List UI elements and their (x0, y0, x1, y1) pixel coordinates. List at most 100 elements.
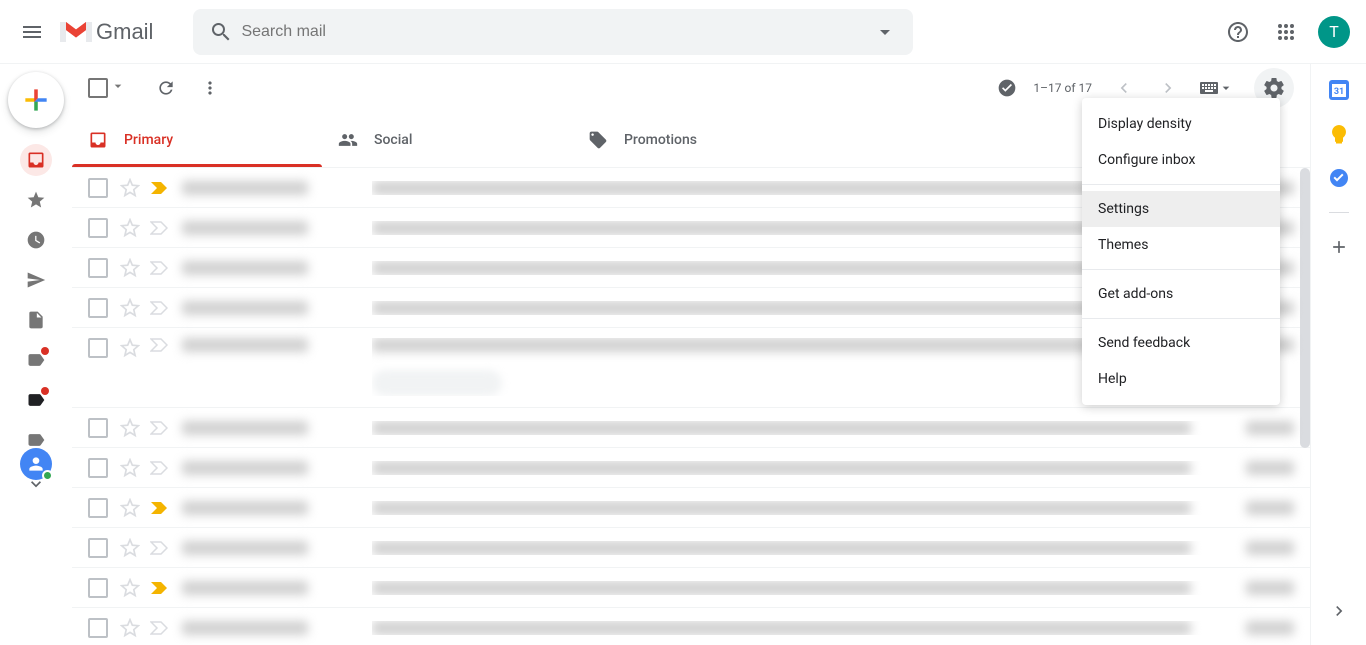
header-right: T (1218, 12, 1358, 52)
menu-item-get-add-ons[interactable]: Get add-ons (1082, 276, 1280, 312)
account-avatar[interactable]: T (1318, 16, 1350, 48)
email-row[interactable] (72, 408, 1310, 448)
tab-social[interactable]: Social (322, 112, 572, 167)
date (1234, 541, 1294, 555)
row-checkbox[interactable] (88, 578, 108, 598)
search-input[interactable] (241, 23, 865, 41)
star-icon[interactable] (120, 618, 140, 638)
tasks-icon (1329, 168, 1349, 188)
tab-label: Social (374, 132, 412, 148)
attachment-chip[interactable] (372, 370, 502, 396)
importance-marker[interactable] (150, 541, 168, 555)
row-checkbox[interactable] (88, 218, 108, 238)
star-icon[interactable] (120, 218, 140, 238)
menu-item-send-feedback[interactable]: Send feedback (1082, 325, 1280, 361)
menu-divider (1082, 318, 1280, 319)
side-panel-toggle[interactable] (1329, 601, 1349, 625)
tab-primary[interactable]: Primary (72, 112, 322, 167)
importance-marker[interactable] (150, 501, 168, 515)
menu-item-themes[interactable]: Themes (1082, 227, 1280, 263)
get-addons-button[interactable] (1329, 237, 1349, 261)
importance-marker[interactable] (150, 421, 168, 435)
menu-item-help[interactable]: Help (1082, 361, 1280, 397)
row-checkbox[interactable] (88, 338, 108, 358)
star-icon[interactable] (120, 258, 140, 278)
menu-divider (1082, 184, 1280, 185)
search-icon[interactable] (201, 12, 241, 52)
importance-marker[interactable] (150, 181, 168, 195)
importance-marker[interactable] (150, 621, 168, 635)
keep-app[interactable] (1329, 124, 1349, 144)
draft-icon (26, 310, 46, 330)
star-icon[interactable] (120, 458, 140, 478)
send-icon (26, 270, 46, 290)
menu-item-settings[interactable]: Settings (1082, 191, 1280, 227)
star-icon[interactable] (120, 578, 140, 598)
category-nav-1[interactable] (20, 344, 52, 376)
apps-grid-icon (1274, 20, 1298, 44)
row-checkbox[interactable] (88, 498, 108, 518)
snoozed-nav[interactable] (20, 224, 52, 256)
menu-item-display-density[interactable]: Display density (1082, 106, 1280, 142)
drafts-nav[interactable] (20, 304, 52, 336)
star-icon[interactable] (120, 178, 140, 198)
hangouts-avatar[interactable] (20, 448, 52, 480)
input-tools-button[interactable] (1200, 80, 1234, 96)
star-icon[interactable] (120, 498, 140, 518)
select-dropdown[interactable] (110, 78, 126, 98)
importance-marker[interactable] (150, 581, 168, 595)
row-checkbox[interactable] (88, 178, 108, 198)
gmail-logo[interactable]: Gmail (60, 19, 153, 45)
search-options-button[interactable] (865, 12, 905, 52)
page-info: 1–17 of 17 (1033, 81, 1092, 95)
tab-promotions[interactable]: Promotions (572, 112, 822, 167)
menu-item-configure-inbox[interactable]: Configure inbox (1082, 142, 1280, 178)
search-bar (193, 9, 913, 55)
settings-dropdown: Display densityConfigure inbox SettingsTh… (1082, 98, 1280, 405)
inbox-icon (88, 130, 108, 150)
star-icon[interactable] (120, 338, 140, 358)
gear-icon (1262, 76, 1286, 100)
compose-button[interactable] (8, 72, 64, 128)
subject-preview (372, 581, 1234, 595)
email-row[interactable] (72, 568, 1310, 608)
email-row[interactable] (72, 608, 1310, 645)
sender (182, 541, 362, 555)
row-checkbox[interactable] (88, 618, 108, 638)
sender (182, 261, 362, 275)
more-button[interactable] (190, 68, 230, 108)
starred-nav[interactable] (20, 184, 52, 216)
importance-marker[interactable] (150, 221, 168, 235)
email-row[interactable] (72, 528, 1310, 568)
sent-nav[interactable] (20, 264, 52, 296)
importance-marker[interactable] (150, 261, 168, 275)
importance-marker[interactable] (150, 461, 168, 475)
calendar-app[interactable]: 31 (1329, 80, 1349, 100)
scroll-thumb[interactable] (1300, 168, 1310, 448)
importance-marker[interactable] (150, 338, 168, 352)
svg-text:31: 31 (1333, 87, 1343, 97)
offline-ready-icon (997, 78, 1017, 98)
row-checkbox[interactable] (88, 298, 108, 318)
select-all-checkbox[interactable] (88, 78, 108, 98)
chevron-right-icon (1329, 601, 1349, 621)
tasks-app[interactable] (1329, 168, 1349, 188)
row-checkbox[interactable] (88, 258, 108, 278)
support-button[interactable] (1218, 12, 1258, 52)
row-checkbox[interactable] (88, 458, 108, 478)
category-nav-2[interactable] (20, 384, 52, 416)
main-menu-button[interactable] (8, 8, 56, 56)
row-checkbox[interactable] (88, 418, 108, 438)
refresh-button[interactable] (146, 68, 186, 108)
star-icon[interactable] (120, 418, 140, 438)
row-checkbox[interactable] (88, 538, 108, 558)
star-icon[interactable] (120, 538, 140, 558)
inbox-nav[interactable] (20, 144, 52, 176)
email-row[interactable] (72, 488, 1310, 528)
email-row[interactable] (72, 448, 1310, 488)
inbox-icon (26, 150, 46, 170)
tab-label: Primary (124, 132, 173, 148)
star-icon[interactable] (120, 298, 140, 318)
google-apps-button[interactable] (1266, 12, 1306, 52)
importance-marker[interactable] (150, 301, 168, 315)
